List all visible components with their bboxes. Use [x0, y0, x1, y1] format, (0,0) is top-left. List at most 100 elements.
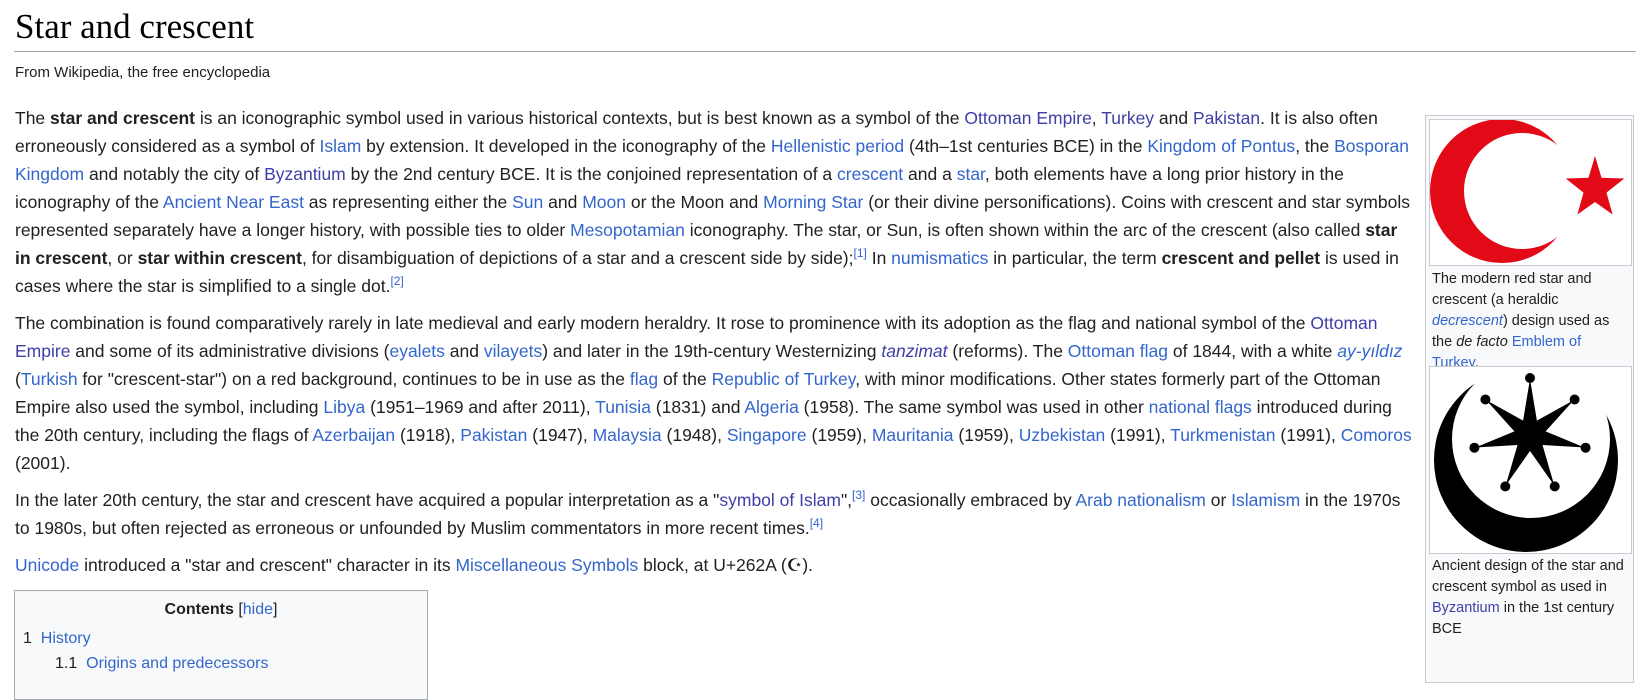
link-arab-nationalism[interactable]: Arab nationalism	[1075, 490, 1205, 510]
link-mauritania[interactable]: Mauritania	[872, 425, 954, 445]
text: in particular, the term	[988, 248, 1162, 268]
text: (2001).	[15, 453, 71, 473]
text: iconography. The star, or Sun, is often …	[684, 220, 1366, 240]
paragraph-3: In the later 20th century, the star and …	[15, 486, 1415, 542]
link-star[interactable]: star	[957, 164, 985, 184]
text: (1918),	[395, 425, 461, 445]
link-ay-yildiz[interactable]: ay-yıldız	[1337, 341, 1402, 361]
link-comoros[interactable]: Comoros	[1341, 425, 1412, 445]
text: , for disambiguation of depictions of a …	[301, 248, 854, 268]
link-kingdom-of-pontus[interactable]: Kingdom of Pontus	[1147, 136, 1295, 156]
link-morning-star[interactable]: Morning Star	[763, 192, 863, 212]
caption-text: Ancient design of the star and crescent …	[1432, 558, 1624, 595]
toc-number: 1.1	[55, 655, 78, 672]
link-miscellaneous-symbols[interactable]: Miscellaneous Symbols	[455, 555, 638, 575]
link-turkmenistan[interactable]: Turkmenistan	[1170, 425, 1275, 445]
page-title: Star and crescent	[15, 7, 255, 46]
star-ray-dot	[1549, 481, 1560, 492]
link-islam[interactable]: Islam	[319, 136, 361, 156]
bold-term: star within crescent	[137, 248, 302, 268]
toc-hide-toggle[interactable]: hide	[243, 601, 273, 618]
link-eyalets[interactable]: eyalets	[389, 341, 444, 361]
link-unicode[interactable]: Unicode	[15, 555, 79, 575]
link-pakistan[interactable]: Pakistan	[1193, 108, 1260, 128]
text: is an iconographic symbol used in variou…	[194, 108, 965, 128]
infobox: The modern red star and crescent (a hera…	[1425, 115, 1634, 683]
link-ottoman-empire[interactable]: Ottoman Empire	[964, 108, 1091, 128]
text: of 1844, with a white	[1168, 341, 1338, 361]
link-ancient-near-east[interactable]: Ancient Near East	[163, 192, 304, 212]
text: (1947),	[527, 425, 593, 445]
star-ray-dot	[1500, 481, 1511, 492]
text: (1959),	[806, 425, 872, 445]
text: occasionally embraced by	[865, 490, 1076, 510]
link-hellenistic-period[interactable]: Hellenistic period	[771, 136, 904, 156]
link-republic-of-turkey[interactable]: Republic of Turkey	[712, 369, 856, 389]
link-numismatics[interactable]: numismatics	[891, 248, 988, 268]
toc-link[interactable]: Origins and predecessors	[86, 655, 268, 672]
text: ).	[802, 555, 814, 575]
table-of-contents: Contents [hide] 1 History 1.1 Origins an…	[14, 590, 428, 700]
link-singapore[interactable]: Singapore	[727, 425, 807, 445]
article-body: The star and crescent is an iconographic…	[15, 104, 1415, 588]
link-tunisia[interactable]: Tunisia	[595, 397, 651, 417]
ref-link-3[interactable]: [3]	[852, 488, 865, 502]
toc-link[interactable]: History	[41, 630, 91, 647]
text: block, at U+262A (	[638, 555, 787, 575]
link-malaysia[interactable]: Malaysia	[593, 425, 662, 445]
link-sun[interactable]: Sun	[512, 192, 543, 212]
toc-item-history[interactable]: 1 History	[23, 630, 91, 648]
image-thumb-ancient-design[interactable]	[1429, 366, 1632, 554]
text: of the	[658, 369, 712, 389]
link-libya[interactable]: Libya	[323, 397, 365, 417]
text: by extension. It developed in the iconog…	[361, 136, 771, 156]
link-pakistan[interactable]: Pakistan	[460, 425, 527, 445]
link-turkey[interactable]: Turkey	[1101, 108, 1154, 128]
link-symbol-of-islam[interactable]: symbol of Islam	[719, 490, 841, 510]
link-byzantium[interactable]: Byzantium	[264, 164, 346, 184]
link-ottoman-flag[interactable]: Ottoman flag	[1068, 341, 1168, 361]
toc-item-origins[interactable]: 1.1 Origins and predecessors	[55, 655, 268, 673]
text: ,	[1091, 108, 1102, 128]
link-crescent[interactable]: crescent	[837, 164, 903, 184]
star-ray-dot	[1469, 442, 1480, 453]
tagline: From Wikipedia, the free encyclopedia	[15, 64, 271, 81]
ref-link-2[interactable]: [2]	[390, 274, 403, 288]
bracket: ]	[273, 601, 278, 618]
link-decrescent[interactable]: decrescent	[1432, 313, 1503, 329]
text: by the 2nd century BCE. It is the conjoi…	[345, 164, 838, 184]
link-flag[interactable]: flag	[630, 369, 658, 389]
ref-link-1[interactable]: [1]	[854, 246, 867, 260]
paragraph-1: The star and crescent is an iconographic…	[15, 104, 1415, 300]
link-uzbekistan[interactable]: Uzbekistan	[1019, 425, 1106, 445]
ref-link-4[interactable]: [4]	[810, 516, 823, 530]
link-vilayets[interactable]: vilayets	[484, 341, 542, 361]
link-algeria[interactable]: Algeria	[744, 397, 798, 417]
link-tanzimat[interactable]: tanzimat	[881, 341, 947, 361]
link-turkish[interactable]: Turkish	[21, 369, 78, 389]
link-national-flags[interactable]: national flags	[1149, 397, 1252, 417]
text: In the later 20th century, the star and …	[15, 490, 720, 510]
text: and a	[903, 164, 957, 184]
text: (1831) and	[650, 397, 745, 417]
link-moon[interactable]: Moon	[582, 192, 626, 212]
caption-italic: de facto	[1456, 334, 1508, 350]
image-thumb-emblem-of-turkey[interactable]	[1429, 119, 1632, 266]
text: as representing either the	[303, 192, 513, 212]
toc-number: 1	[23, 630, 32, 647]
star-and-crescent-glyph: ☪	[786, 555, 803, 575]
text: and notably the city of	[84, 164, 265, 184]
link-mesopotamian[interactable]: Mesopotamian	[570, 220, 685, 240]
text: ) and later in the 19th-century Westerni…	[542, 341, 882, 361]
link-byzantium[interactable]: Byzantium	[1432, 600, 1500, 616]
black-star-and-crescent-icon	[1434, 368, 1618, 552]
toc-title: Contents	[164, 601, 234, 618]
link-azerbaijan[interactable]: Azerbaijan	[312, 425, 395, 445]
link-islamism[interactable]: Islamism	[1231, 490, 1300, 510]
infobox-caption-2: Ancient design of the star and crescent …	[1432, 556, 1630, 640]
text: The combination is found comparatively r…	[15, 313, 1311, 333]
bold-term: crescent and pellet	[1161, 248, 1321, 268]
text: (4th–1st centuries BCE) in the	[904, 136, 1148, 156]
text: In	[866, 248, 892, 268]
text: (1951–1969 and after 2011),	[365, 397, 596, 417]
